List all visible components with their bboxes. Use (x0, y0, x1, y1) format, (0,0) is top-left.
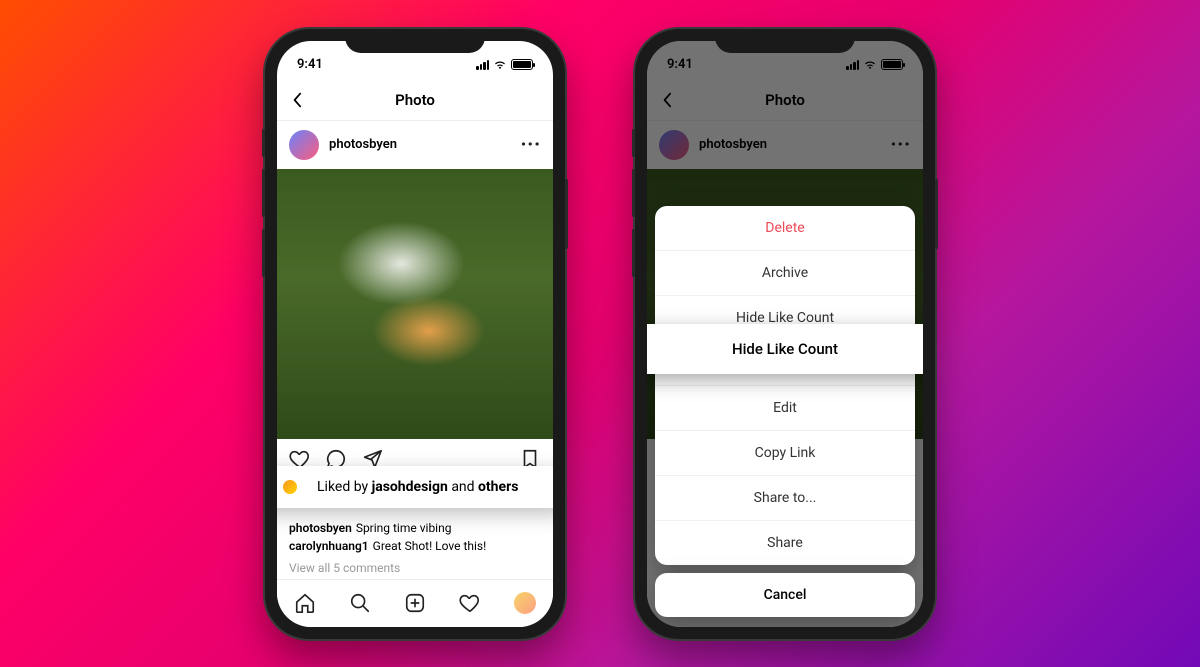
caption-area: photosbyenSpring time vibing carolynhuan… (277, 513, 553, 559)
sheet-copy-link[interactable]: Copy Link (655, 431, 915, 476)
battery-icon (511, 59, 533, 70)
wifi-icon (493, 60, 507, 70)
nav-header: Photo (647, 81, 923, 121)
view-all-comments[interactable]: View all 5 comments (277, 559, 553, 577)
caption-line: photosbyenSpring time vibing (289, 519, 541, 537)
status-time: 9:41 (297, 57, 323, 72)
post-header: photosbyen ··· (647, 121, 923, 169)
author-username: photosbyen (699, 137, 891, 152)
sheet-delete[interactable]: Delete (655, 206, 915, 251)
hide-like-count-callout[interactable]: Hide Like Count (647, 324, 923, 374)
post-more-button: ··· (891, 134, 911, 155)
screen-left: 9:41 Photo photosbyen ··· (277, 41, 553, 627)
author-username[interactable]: photosbyen (329, 137, 521, 152)
post-more-button[interactable]: ··· (521, 134, 541, 155)
status-indicators (476, 59, 533, 70)
wifi-icon (863, 60, 877, 70)
status-indicators (846, 59, 903, 70)
sheet-archive[interactable]: Archive (655, 251, 915, 296)
author-avatar (659, 130, 689, 160)
cellular-icon (476, 60, 489, 70)
sheet-share-to[interactable]: Share to... (655, 476, 915, 521)
likes-callout[interactable]: Liked by jasohdesign and others (277, 466, 553, 508)
device-notch (715, 29, 855, 53)
phone-left: 9:41 Photo photosbyen ··· (265, 29, 565, 639)
activity-tab-icon[interactable] (459, 592, 481, 614)
sheet-edit[interactable]: Edit (655, 386, 915, 431)
search-tab-icon[interactable] (349, 592, 371, 614)
cellular-icon (846, 60, 859, 70)
sheet-share[interactable]: Share (655, 521, 915, 565)
battery-icon (881, 59, 903, 70)
liker-avatars (277, 478, 309, 496)
status-time: 9:41 (667, 57, 693, 72)
back-button[interactable] (657, 90, 677, 110)
sheet-cancel[interactable]: Cancel (655, 573, 915, 617)
back-button[interactable] (287, 90, 307, 110)
phone-right: 9:41 Photo photosbyen ··· Delete Archive (635, 29, 935, 639)
new-post-tab-icon[interactable] (404, 592, 426, 614)
home-tab-icon[interactable] (294, 592, 316, 614)
nav-title: Photo (395, 91, 435, 109)
nav-header: Photo (277, 81, 553, 121)
nav-title: Photo (765, 91, 805, 109)
author-avatar[interactable] (289, 130, 319, 160)
action-sheet: Delete Archive Hide Like Count Turn Off … (655, 206, 915, 617)
comment-line: carolynhuang1Great Shot! Love this! (289, 537, 541, 555)
screen-right: 9:41 Photo photosbyen ··· Delete Archive (647, 41, 923, 627)
post-image[interactable] (277, 169, 553, 439)
profile-tab-avatar[interactable] (514, 592, 536, 614)
device-notch (345, 29, 485, 53)
post-header: photosbyen ··· (277, 121, 553, 169)
tab-bar (277, 579, 553, 627)
likes-text: Liked by jasohdesign and others (317, 479, 518, 495)
